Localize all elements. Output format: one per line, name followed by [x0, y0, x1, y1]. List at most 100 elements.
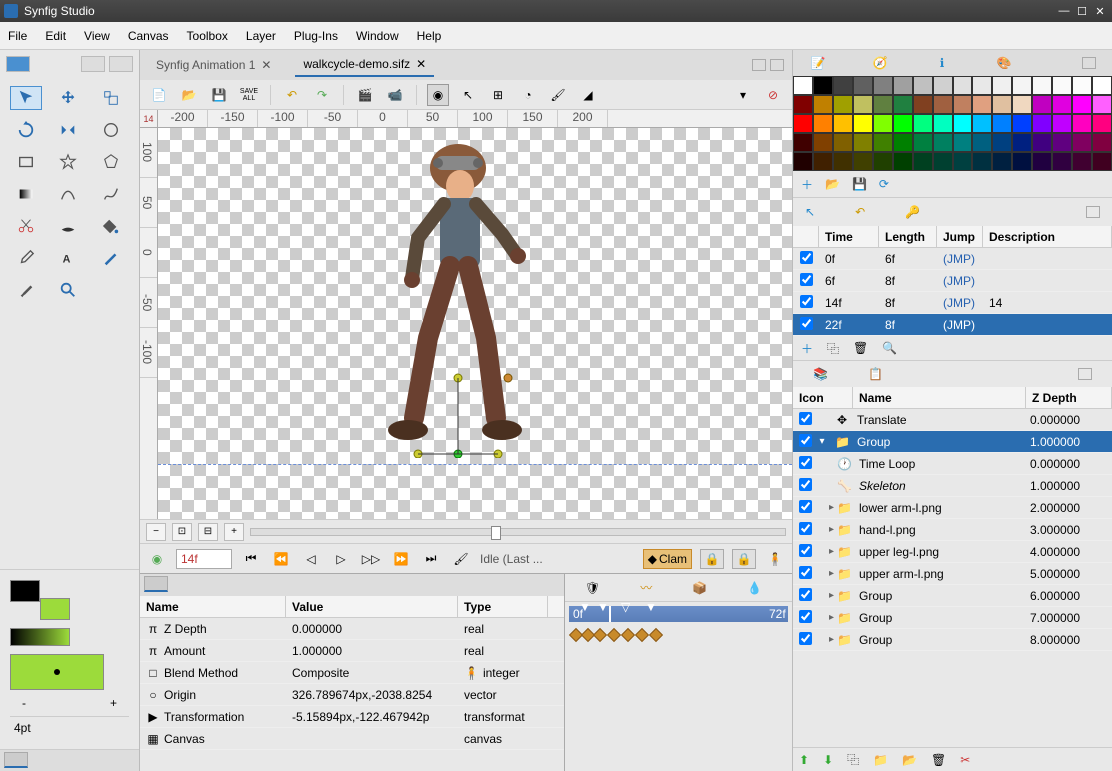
rectangle-tool[interactable] — [10, 150, 42, 174]
palette-color[interactable] — [893, 152, 913, 171]
rotate-tool[interactable] — [10, 118, 42, 142]
dropdown-icon[interactable]: ▾ — [732, 84, 754, 106]
layer-up-icon[interactable]: ⬆ — [799, 753, 809, 767]
layer-row[interactable]: ▸ 📁 Group 8.000000 — [793, 629, 1112, 651]
timeline-ruler[interactable]: 0f 72f ▼ ▼ ▽ ▼ — [569, 606, 788, 622]
circle-tool[interactable] — [95, 118, 127, 142]
keyframe-track[interactable] — [569, 626, 788, 646]
redo-button[interactable]: ↷ — [311, 84, 333, 106]
layer-visible-checkbox[interactable] — [799, 456, 812, 469]
kf-col-length[interactable]: Length — [879, 226, 937, 247]
palette-color[interactable] — [972, 95, 992, 114]
palette-color[interactable] — [972, 133, 992, 152]
time-input[interactable] — [176, 549, 232, 569]
save-all-button[interactable]: SAVEALL — [238, 84, 260, 106]
keyframe-row[interactable]: 0f 6f (JMP) — [793, 248, 1112, 270]
param-value[interactable]: 0.000000 — [286, 622, 458, 636]
seek-next-frame-button[interactable]: ▷▷ — [360, 549, 382, 569]
layer-row[interactable]: ▸ 📁 upper arm-l.png 5.000000 — [793, 563, 1112, 585]
minimize-button[interactable]: — — [1056, 4, 1072, 18]
palette-color[interactable] — [933, 76, 953, 95]
palette-color[interactable] — [793, 152, 813, 171]
menu-canvas[interactable]: Canvas — [128, 29, 169, 43]
palette-color[interactable] — [853, 133, 873, 152]
layer-name[interactable]: Group — [855, 611, 1026, 625]
menu-edit[interactable]: Edit — [45, 29, 66, 43]
bottom-left-tab[interactable] — [4, 752, 28, 768]
layer-visible-checkbox[interactable] — [799, 434, 812, 447]
zoom-fit-button[interactable]: ⊡ — [172, 523, 192, 541]
params-col-type[interactable]: Type — [458, 596, 548, 617]
zoom-out-button[interactable]: − — [146, 523, 166, 541]
size-increase[interactable]: + — [110, 696, 117, 710]
kf-undo-icon[interactable]: ↶ — [855, 205, 865, 219]
palette-color[interactable] — [953, 95, 973, 114]
timeline-track[interactable]: 0f 72f ▼ ▼ ▽ ▼ — [565, 602, 792, 771]
kf-description[interactable]: 14 — [983, 296, 1112, 310]
palette-color[interactable] — [793, 76, 813, 95]
brush-cursor-icon[interactable]: 🖌 — [450, 549, 472, 569]
palette-color[interactable] — [1052, 76, 1072, 95]
palette-color[interactable] — [1012, 76, 1032, 95]
palette-color[interactable] — [992, 76, 1012, 95]
nav-tab-icon[interactable]: 🧭 — [871, 54, 889, 72]
palette-color[interactable] — [893, 133, 913, 152]
palette-color[interactable] — [813, 76, 833, 95]
layer-visible-checkbox[interactable] — [799, 566, 812, 579]
zoom-tool[interactable] — [52, 278, 84, 302]
palette-color[interactable] — [953, 152, 973, 171]
param-row[interactable]: ▦Canvas canvas — [140, 728, 564, 750]
spline-tool[interactable] — [52, 182, 84, 206]
palette-color[interactable] — [853, 152, 873, 171]
layer-row[interactable]: ▾ 📁 Group 1.000000 — [793, 431, 1112, 453]
fill-preview[interactable] — [10, 654, 104, 690]
palette-color[interactable] — [1092, 114, 1112, 133]
palette-color[interactable] — [793, 114, 813, 133]
palette-color[interactable] — [813, 95, 833, 114]
panel-ctl[interactable] — [1078, 368, 1092, 380]
canvas-area[interactable]: 14 -200-150-100-50050100150200 100500-50… — [140, 110, 792, 519]
layer-down-icon[interactable]: ⬇ — [823, 753, 833, 767]
palette-color[interactable] — [1032, 76, 1052, 95]
palette-color[interactable] — [833, 152, 853, 171]
keyframe-row[interactable]: 14f 8f (JMP) 14 — [793, 292, 1112, 314]
menu-help[interactable]: Help — [417, 29, 442, 43]
kf-jump-link[interactable]: (JMP) — [937, 318, 983, 332]
zoom-in-button[interactable]: + — [224, 523, 244, 541]
palette-color[interactable] — [933, 152, 953, 171]
tl-box-icon[interactable]: 📦 — [692, 581, 707, 595]
layer-row[interactable]: 🦴 Skeleton 1.000000 — [793, 475, 1112, 497]
param-row[interactable]: □Blend Method Composite 🧍integer — [140, 662, 564, 684]
doc-tab-2[interactable]: walkcycle-demo.sifz ✕ — [295, 53, 434, 77]
guides-button[interactable]: ◔ — [517, 84, 539, 106]
layer-name[interactable]: Time Loop — [855, 457, 1026, 471]
palette-color[interactable] — [1072, 76, 1092, 95]
layers-col-depth[interactable]: Z Depth — [1026, 387, 1112, 408]
kf-active-checkbox[interactable] — [800, 273, 813, 286]
layer-visible-checkbox[interactable] — [799, 412, 812, 425]
param-row[interactable]: πZ Depth 0.000000 real — [140, 618, 564, 640]
preview-button[interactable]: 📹 — [384, 84, 406, 106]
palette-color[interactable] — [833, 95, 853, 114]
layer-row[interactable]: ▸ 📁 upper leg-l.png 4.000000 — [793, 541, 1112, 563]
draw-tool[interactable] — [95, 182, 127, 206]
kf-cursor-icon[interactable]: ↖ — [805, 205, 815, 219]
layer-row[interactable]: ▸ 📁 lower arm-l.png 2.000000 — [793, 497, 1112, 519]
palette-color[interactable] — [1092, 133, 1112, 152]
layer-name[interactable]: upper arm-l.png — [855, 567, 1026, 581]
layer-name[interactable]: Translate — [853, 413, 1026, 427]
notes-tab-icon[interactable]: 📝 — [809, 54, 827, 72]
palette-color[interactable] — [933, 133, 953, 152]
layer-visible-checkbox[interactable] — [799, 478, 812, 491]
palette-color[interactable] — [1032, 133, 1052, 152]
param-row[interactable]: ○Origin 326.789674px,-2038.8254 vector — [140, 684, 564, 706]
kf-jump-link[interactable]: (JMP) — [937, 296, 983, 310]
layer-visible-checkbox[interactable] — [799, 632, 812, 645]
palette-color[interactable] — [1052, 152, 1072, 171]
param-row[interactable]: ▶Transformation -5.15894px,-122.467942p … — [140, 706, 564, 728]
palette-color[interactable] — [1052, 133, 1072, 152]
palette-color[interactable] — [1012, 152, 1032, 171]
kf-active-checkbox[interactable] — [800, 251, 813, 264]
palette-color[interactable] — [1012, 114, 1032, 133]
close-tab-icon[interactable]: ✕ — [261, 58, 271, 72]
